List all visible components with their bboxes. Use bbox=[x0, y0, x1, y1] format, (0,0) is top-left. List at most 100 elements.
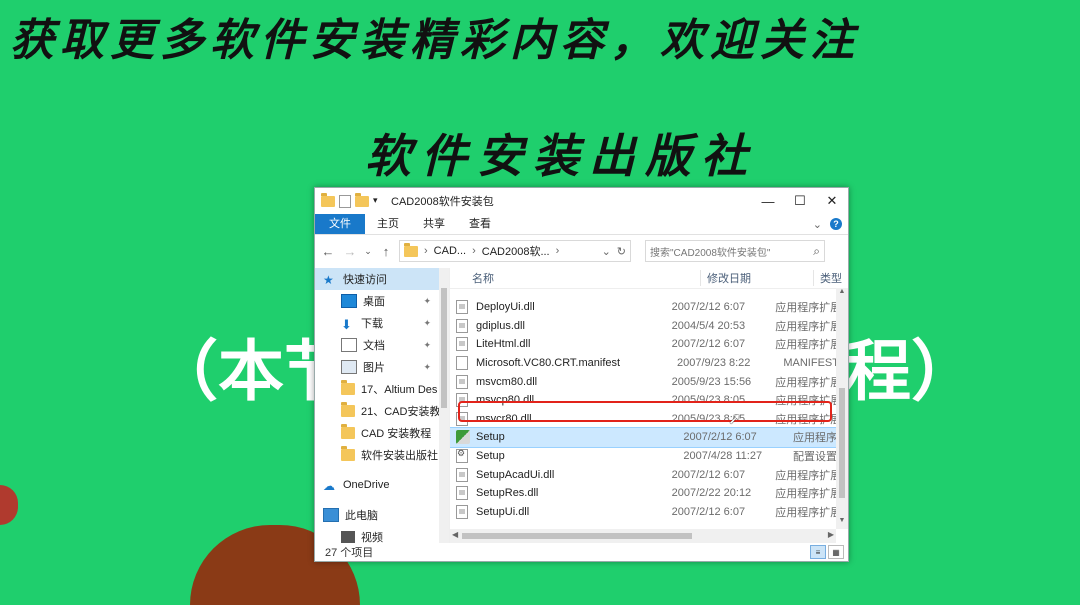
video-icon bbox=[341, 531, 355, 543]
tab-share[interactable]: 共享 bbox=[411, 214, 457, 234]
nav-item-videos[interactable]: 视频 bbox=[315, 526, 449, 543]
file-icon bbox=[456, 300, 468, 315]
tab-view[interactable]: 查看 bbox=[457, 214, 503, 234]
table-row[interactable]: msvcr80.dll 2005/9/23 8:05 应用程序扩展 bbox=[450, 410, 836, 429]
horizontal-scrollbar[interactable]: ◀ ▶ bbox=[450, 529, 836, 543]
new-folder-icon[interactable] bbox=[355, 192, 369, 207]
nav-item-folder[interactable]: 软件安装出版社 bbox=[315, 444, 449, 466]
table-row[interactable]: SetupRes.dll 2007/2/22 20:12 应用程序扩展 bbox=[450, 484, 836, 503]
details-view-icon[interactable]: ≡ bbox=[810, 545, 826, 559]
file-name: Setup bbox=[476, 431, 505, 444]
table-row[interactable]: msvcp80.dll 2005/9/23 8:05 应用程序扩展 bbox=[450, 391, 836, 410]
file-type: 应用程序扩展 bbox=[775, 469, 836, 482]
picture-icon bbox=[341, 360, 357, 374]
file-type: 应用程序扩展 bbox=[775, 413, 836, 426]
vertical-scrollbar[interactable]: ▲ ▼ bbox=[836, 288, 848, 529]
table-row[interactable]: Microsoft.VC80.CRT.manifest 2007/9/23 8:2… bbox=[450, 354, 836, 373]
nav-label: CAD 安装教程 bbox=[361, 428, 432, 440]
file-type: 应用程序 bbox=[793, 432, 836, 445]
file-date: 2007/2/12 6:07 bbox=[671, 338, 746, 351]
setup-app-icon bbox=[456, 430, 470, 445]
table-row[interactable]: LiteHtml.dll 2007/2/12 6:07 应用程序扩展 bbox=[450, 335, 836, 354]
nav-label: 此电脑 bbox=[345, 510, 378, 522]
nav-this-pc[interactable]: 此电脑 bbox=[315, 504, 449, 526]
nav-item-folder[interactable]: CAD 安装教程 bbox=[315, 422, 449, 444]
scroll-up-icon[interactable]: ▲ bbox=[836, 288, 848, 300]
pin-icon: ✦ bbox=[423, 339, 431, 350]
scrollbar-thumb[interactable] bbox=[462, 533, 692, 539]
file-date: 2007/4/28 11:27 bbox=[683, 450, 763, 463]
file-name: SetupRes.dll bbox=[476, 487, 539, 500]
scroll-right-icon[interactable]: ▶ bbox=[828, 530, 834, 539]
table-row-partial[interactable] bbox=[450, 288, 836, 298]
properties-icon[interactable] bbox=[339, 194, 351, 208]
column-type[interactable]: 类型 bbox=[813, 270, 842, 286]
recent-locations-icon[interactable]: ⌄ bbox=[363, 246, 373, 257]
nav-item-pictures[interactable]: 图片 ✦ bbox=[315, 356, 449, 378]
scrollbar-thumb[interactable] bbox=[839, 388, 845, 498]
pin-icon: ✦ bbox=[423, 317, 431, 328]
file-icon bbox=[456, 504, 468, 519]
search-input[interactable]: 搜索"CAD2008软件安装包" ⌕ bbox=[645, 240, 825, 262]
nav-item-folder[interactable]: 21、CAD安装教 bbox=[315, 400, 449, 422]
nav-label: 软件安装出版社 bbox=[361, 450, 438, 462]
file-list-pane: ^ 名称 修改日期 类型 DeployUi.dll 2007/2/12 6:07 应… bbox=[450, 268, 848, 543]
nav-item-downloads[interactable]: ⬇ 下载 ✦ bbox=[315, 312, 449, 334]
table-row[interactable]: SetupUi.dll 2007/2/12 6:07 应用程序扩展 bbox=[450, 503, 836, 522]
pin-icon: ✦ bbox=[423, 361, 431, 372]
nav-quick-access[interactable]: ★ 快速访问 bbox=[315, 268, 449, 290]
table-row[interactable]: SetupAcadUi.dll 2007/2/12 6:07 应用程序扩展 bbox=[450, 465, 836, 484]
file-icon bbox=[456, 337, 468, 352]
nav-label: 桌面 bbox=[363, 296, 385, 308]
column-name[interactable]: 名称 bbox=[450, 270, 700, 286]
file-date: 2007/2/22 20:12 bbox=[671, 487, 752, 500]
star-icon: ★ bbox=[323, 273, 334, 287]
navigation-pane: ★ 快速访问 桌面 ✦ ⬇ 下载 ✦ 文档 ✦ 图片 ✦ 17、Altium D… bbox=[315, 268, 450, 543]
desktop-icon bbox=[341, 294, 357, 308]
nav-label: 下载 bbox=[361, 318, 383, 330]
expand-ribbon-icon[interactable]: ⌄ bbox=[813, 218, 822, 231]
maximize-button[interactable]: ☐ bbox=[784, 188, 816, 214]
table-row[interactable]: gdiplus.dll 2004/5/4 20:53 应用程序扩展 bbox=[450, 317, 836, 336]
address-bar[interactable]: › CAD... › CAD2008软... › ⌄ ↻ bbox=[399, 240, 631, 262]
folder-icon bbox=[341, 424, 355, 439]
computer-icon bbox=[323, 508, 339, 522]
nav-item-documents[interactable]: 文档 ✦ bbox=[315, 334, 449, 356]
forward-button[interactable]: → bbox=[341, 244, 359, 259]
large-icons-view-icon[interactable]: ▦ bbox=[828, 545, 844, 559]
quick-access-dropdown-icon[interactable]: ▾ bbox=[373, 195, 381, 207]
nav-onedrive[interactable]: ☁ OneDrive bbox=[315, 474, 449, 496]
file-explorer-window: ▾ CAD2008软件安装包 — ☐ ✕ 文件 主页 共享 查看 ⌄ ? ← →… bbox=[314, 187, 849, 562]
nav-label: 快速访问 bbox=[343, 274, 387, 286]
tab-home[interactable]: 主页 bbox=[365, 214, 411, 234]
breadcrumb-item[interactable]: CAD... bbox=[434, 245, 466, 257]
close-button[interactable]: ✕ bbox=[816, 188, 848, 214]
back-button[interactable]: ← bbox=[319, 244, 337, 259]
column-date[interactable]: 修改日期 bbox=[700, 270, 813, 286]
table-row[interactable]: msvcm80.dll 2005/9/23 15:56 应用程序扩展 bbox=[450, 372, 836, 391]
title-bar: ▾ CAD2008软件安装包 — ☐ ✕ bbox=[315, 188, 848, 214]
cloud-icon: ☁ bbox=[323, 479, 335, 493]
scroll-down-icon[interactable]: ▼ bbox=[836, 517, 848, 529]
refresh-icon[interactable]: ↻ bbox=[617, 245, 626, 258]
search-icon[interactable]: ⌕ bbox=[813, 244, 820, 259]
breadcrumb-item[interactable]: CAD2008软... bbox=[482, 243, 550, 259]
table-row[interactable]: DeployUi.dll 2007/2/12 6:07 应用程序扩展 bbox=[450, 298, 836, 317]
table-row[interactable]: Setup 2007/2/12 6:07 应用程序 bbox=[450, 427, 836, 448]
up-button[interactable]: ↑ bbox=[377, 244, 395, 259]
minimize-button[interactable]: — bbox=[752, 188, 784, 214]
nav-item-folder[interactable]: 17、Altium Des bbox=[315, 378, 449, 400]
help-icon[interactable]: ? bbox=[830, 218, 842, 230]
file-name: Microsoft.VC80.CRT.manifest bbox=[476, 357, 621, 370]
nav-scrollbar[interactable] bbox=[439, 268, 449, 543]
address-dropdown-icon[interactable]: ⌄ bbox=[602, 245, 611, 258]
file-date: 2007/2/12 6:07 bbox=[683, 431, 757, 444]
scroll-left-icon[interactable]: ◀ bbox=[452, 530, 458, 539]
table-row[interactable]: Setup 2007/4/28 11:27 配置设置 bbox=[450, 447, 836, 466]
nav-label: 21、CAD安装教 bbox=[361, 406, 441, 418]
nav-item-desktop[interactable]: 桌面 ✦ bbox=[315, 290, 449, 312]
file-icon bbox=[456, 486, 468, 501]
file-date: 2007/9/23 8:22 bbox=[677, 357, 751, 370]
tab-file[interactable]: 文件 bbox=[315, 214, 365, 234]
file-icon bbox=[456, 467, 468, 482]
